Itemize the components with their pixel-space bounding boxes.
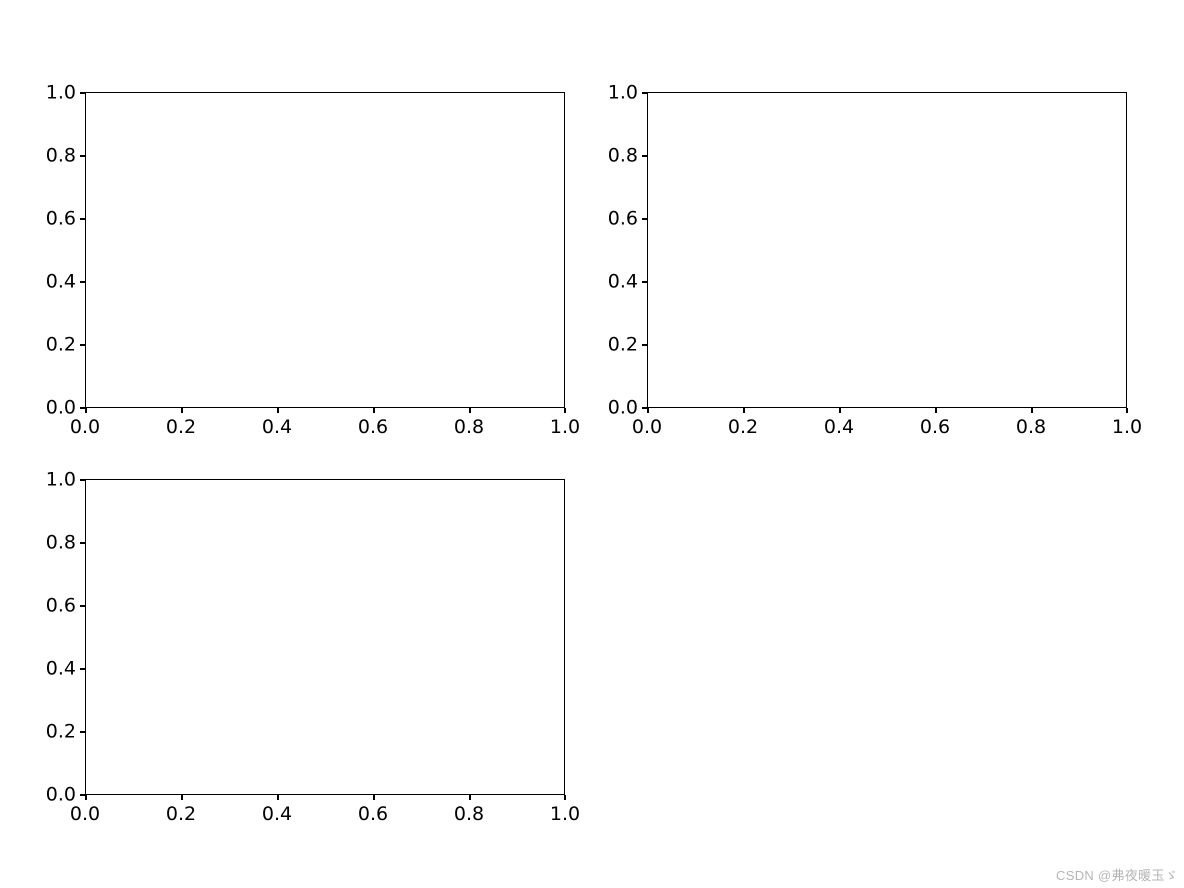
xtick-label: 0.8	[1016, 418, 1046, 437]
ytick-label: 1.0	[602, 84, 638, 103]
xtick-mark	[373, 408, 375, 413]
plot-area-1	[85, 92, 565, 408]
xtick-label: 1.0	[550, 418, 580, 437]
ytick-label: 0.6	[602, 210, 638, 229]
plot-area-3	[85, 479, 565, 795]
xtick-label: 0.6	[358, 805, 388, 824]
xtick-mark	[647, 408, 649, 413]
xtick-mark	[839, 408, 841, 413]
xtick-mark	[469, 408, 471, 413]
xtick-label: 1.0	[550, 805, 580, 824]
ytick-mark	[80, 344, 85, 346]
ytick-label: 0.6	[40, 210, 76, 229]
ytick-mark	[80, 218, 85, 220]
xtick-label: 0.8	[454, 418, 484, 437]
ytick-mark	[642, 155, 647, 157]
xtick-label: 0.4	[262, 418, 292, 437]
xtick-label: 0.2	[166, 805, 196, 824]
ytick-mark	[80, 92, 85, 94]
xtick-mark	[1031, 408, 1033, 413]
xtick-mark	[277, 795, 279, 800]
ytick-mark	[80, 605, 85, 607]
ytick-mark	[80, 155, 85, 157]
ytick-mark	[80, 281, 85, 283]
xtick-label: 0.6	[358, 418, 388, 437]
watermark: CSDN @弗夜暖玉ゞ	[1056, 865, 1178, 884]
xtick-mark	[743, 408, 745, 413]
xtick-mark	[564, 795, 566, 800]
ytick-label: 0.0	[602, 399, 638, 418]
xtick-mark	[1126, 408, 1128, 413]
plot-area-2	[647, 92, 1127, 408]
ytick-label: 0.2	[40, 723, 76, 742]
ytick-label: 0.0	[40, 786, 76, 805]
xtick-label: 0.0	[70, 418, 100, 437]
xtick-label: 0.0	[632, 418, 662, 437]
figure: 0.0 0.2 0.4 0.6 0.8 1.0 0.0 0.2 0.4 0.6 …	[0, 0, 1184, 888]
xtick-mark	[85, 408, 87, 413]
ytick-label: 0.8	[40, 534, 76, 553]
xtick-label: 0.8	[454, 805, 484, 824]
xtick-mark	[85, 795, 87, 800]
ytick-mark	[642, 218, 647, 220]
xtick-label: 0.4	[262, 805, 292, 824]
ytick-label: 1.0	[40, 471, 76, 490]
xtick-label: 0.2	[166, 418, 196, 437]
xtick-mark	[373, 795, 375, 800]
xtick-mark	[181, 408, 183, 413]
subplot-1: 0.0 0.2 0.4 0.6 0.8 1.0 0.0 0.2 0.4 0.6 …	[85, 92, 565, 408]
xtick-mark	[935, 408, 937, 413]
ytick-label: 0.4	[602, 273, 638, 292]
xtick-label: 1.0	[1112, 418, 1142, 437]
ytick-label: 0.2	[40, 336, 76, 355]
xtick-mark	[277, 408, 279, 413]
ytick-mark	[642, 344, 647, 346]
ytick-label: 0.2	[602, 336, 638, 355]
xtick-label: 0.6	[920, 418, 950, 437]
ytick-label: 0.8	[602, 147, 638, 166]
subplot-2: 0.0 0.2 0.4 0.6 0.8 1.0 0.0 0.2 0.4 0.6 …	[647, 92, 1127, 408]
ytick-mark	[642, 281, 647, 283]
xtick-mark	[469, 795, 471, 800]
ytick-mark	[80, 668, 85, 670]
xtick-label: 0.0	[70, 805, 100, 824]
ytick-mark	[80, 731, 85, 733]
ytick-label: 0.8	[40, 147, 76, 166]
subplot-3: 0.0 0.2 0.4 0.6 0.8 1.0 0.0 0.2 0.4 0.6 …	[85, 479, 565, 795]
xtick-label: 0.2	[728, 418, 758, 437]
xtick-label: 0.4	[824, 418, 854, 437]
ytick-label: 0.4	[40, 660, 76, 679]
ytick-mark	[80, 542, 85, 544]
xtick-mark	[564, 408, 566, 413]
ytick-mark	[80, 479, 85, 481]
ytick-mark	[642, 92, 647, 94]
ytick-label: 0.6	[40, 597, 76, 616]
ytick-label: 0.0	[40, 399, 76, 418]
ytick-label: 0.4	[40, 273, 76, 292]
xtick-mark	[181, 795, 183, 800]
ytick-label: 1.0	[40, 84, 76, 103]
